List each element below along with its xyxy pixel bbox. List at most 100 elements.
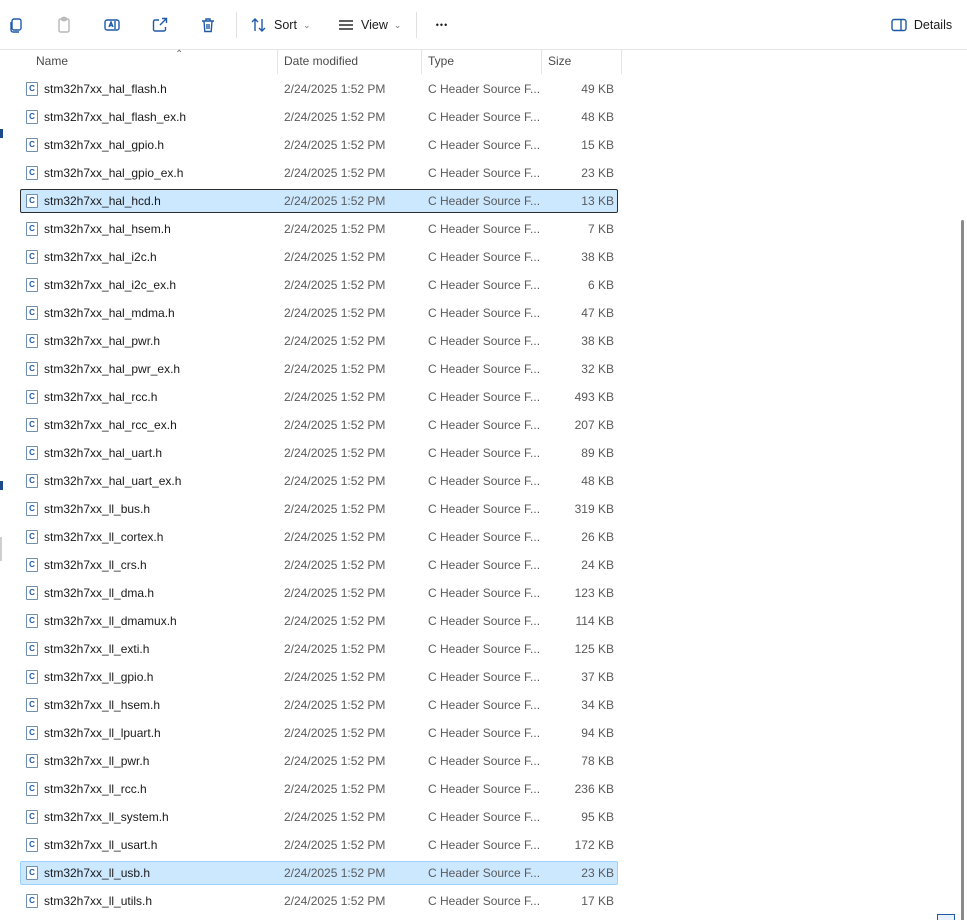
file-row[interactable]: Cstm32h7xx_ll_cortex.h 2/24/2025 1:52 PM C… <box>20 525 618 549</box>
share-icon <box>152 17 168 32</box>
c-source-file-icon: C <box>26 278 38 292</box>
file-row[interactable]: Cstm32h7xx_hal_rcc_ex.h 2/24/2025 1:52 PM… <box>20 413 618 437</box>
new-icon-button[interactable] <box>0 9 32 41</box>
file-row[interactable]: Cstm32h7xx_ll_hsem.h 2/24/2025 1:52 PM C H… <box>20 693 618 717</box>
scrollbar-thumb[interactable] <box>961 220 964 920</box>
file-row[interactable]: Cstm32h7xx_hal_i2c.h 2/24/2025 1:52 PM C H… <box>20 245 618 269</box>
c-source-file-icon: C <box>26 866 38 880</box>
file-type: C Header Source F... <box>428 306 541 320</box>
file-size: 49 KB <box>581 82 614 96</box>
file-type: C Header Source F... <box>428 866 541 880</box>
file-size: 47 KB <box>581 306 614 320</box>
column-header-type[interactable]: Type <box>421 50 542 74</box>
file-date-modified: 2/24/2025 1:52 PM <box>284 446 386 460</box>
file-row[interactable]: Cstm32h7xx_hal_uart.h 2/24/2025 1:52 PM C … <box>20 441 618 465</box>
file-row[interactable]: Cstm32h7xx_ll_rcc.h 2/24/2025 1:52 PM C He… <box>20 777 618 801</box>
column-header-date[interactable]: Date modified <box>277 50 422 74</box>
file-date-modified: 2/24/2025 1:52 PM <box>284 418 386 432</box>
file-row[interactable]: Cstm32h7xx_hal_pwr.h 2/24/2025 1:52 PM C H… <box>20 329 618 353</box>
file-size: 48 KB <box>581 110 614 124</box>
file-size: 13 KB <box>581 194 614 208</box>
file-row[interactable]: Cstm32h7xx_ll_bus.h 2/24/2025 1:52 PM C He… <box>20 497 618 521</box>
view-list-icon <box>339 20 353 30</box>
file-list: Cstm32h7xx_hal_flash.h 2/24/2025 1:52 PM C… <box>0 76 958 920</box>
file-row[interactable]: Cstm32h7xx_hal_uart_ex.h 2/24/2025 1:52 P… <box>20 469 618 493</box>
trash-icon <box>202 18 214 33</box>
file-row[interactable]: Cstm32h7xx_ll_crs.h 2/24/2025 1:52 PM C He… <box>20 553 618 577</box>
c-source-file-icon: C <box>26 642 38 656</box>
c-source-file-icon: C <box>26 894 38 908</box>
file-type: C Header Source F... <box>428 782 541 796</box>
c-source-file-icon: C <box>26 810 38 824</box>
sort-label: Sort <box>274 18 297 32</box>
see-more-button[interactable]: ••• <box>426 9 458 41</box>
column-header-type-label: Type <box>428 54 455 68</box>
view-button[interactable]: View ⌄ <box>335 9 405 41</box>
file-row[interactable]: Cstm32h7xx_hal_flash_ex.h 2/24/2025 1:52 … <box>20 105 618 129</box>
copy-path-icon <box>10 18 22 33</box>
view-toggle-corner[interactable] <box>937 914 955 920</box>
c-source-file-icon: C <box>26 586 38 600</box>
c-source-file-icon: C <box>26 166 38 180</box>
file-date-modified: 2/24/2025 1:52 PM <box>284 866 386 880</box>
file-date-modified: 2/24/2025 1:52 PM <box>284 138 386 152</box>
c-source-file-icon: C <box>26 362 38 376</box>
paste-button[interactable] <box>48 9 80 41</box>
c-source-file-icon: C <box>26 418 38 432</box>
file-date-modified: 2/24/2025 1:52 PM <box>284 670 386 684</box>
file-row[interactable]: Cstm32h7xx_ll_gpio.h 2/24/2025 1:52 PM C H… <box>20 665 618 689</box>
file-type: C Header Source F... <box>428 754 541 768</box>
file-type: C Header Source F... <box>428 502 541 516</box>
column-divider[interactable] <box>621 50 622 74</box>
c-source-file-icon: C <box>26 698 38 712</box>
file-row[interactable]: Cstm32h7xx_ll_dmamux.h 2/24/2025 1:52 PM C… <box>20 609 618 633</box>
column-header-row: ⌃ Name Date modified Type Size <box>0 49 967 74</box>
file-type: C Header Source F... <box>428 82 541 96</box>
file-row[interactable]: Cstm32h7xx_ll_pwr.h 2/24/2025 1:52 PM C He… <box>20 749 618 773</box>
file-date-modified: 2/24/2025 1:52 PM <box>284 110 386 124</box>
column-header-name[interactable]: ⌃ Name <box>29 49 278 74</box>
file-date-modified: 2/24/2025 1:52 PM <box>284 278 386 292</box>
file-name: stm32h7xx_ll_usb.h <box>44 866 151 880</box>
sort-button[interactable]: Sort ⌄ <box>248 9 314 41</box>
file-row[interactable]: Cstm32h7xx_hal_hcd.h 2/24/2025 1:52 PM C H… <box>20 189 618 213</box>
file-row[interactable]: Cstm32h7xx_ll_usart.h 2/24/2025 1:52 PM C … <box>20 833 618 857</box>
c-source-file-icon: C <box>26 502 38 516</box>
vertical-scrollbar[interactable] <box>958 50 967 920</box>
column-header-name-label: Name <box>36 54 69 68</box>
rename-button[interactable] <box>96 9 128 41</box>
c-source-file-icon: C <box>26 334 38 348</box>
c-source-file-icon: C <box>26 726 38 740</box>
file-date-modified: 2/24/2025 1:52 PM <box>284 194 386 208</box>
delete-button[interactable] <box>192 9 224 41</box>
file-row[interactable]: Cstm32h7xx_hal_gpio_ex.h 2/24/2025 1:52 P… <box>20 161 618 185</box>
file-row[interactable]: Cstm32h7xx_ll_dma.h 2/24/2025 1:52 PM C He… <box>20 581 618 605</box>
share-button[interactable] <box>144 9 176 41</box>
file-name: stm32h7xx_ll_crs.h <box>44 558 147 572</box>
file-type: C Header Source F... <box>428 166 541 180</box>
column-header-size[interactable]: Size <box>541 50 622 74</box>
file-row[interactable]: Cstm32h7xx_hal_mdma.h 2/24/2025 1:52 PM C … <box>20 301 618 325</box>
file-type: C Header Source F... <box>428 138 541 152</box>
file-type: C Header Source F... <box>428 222 541 236</box>
file-row[interactable]: Cstm32h7xx_ll_usb.h 2/24/2025 1:52 PM C He… <box>20 861 618 885</box>
details-label: Details <box>913 18 953 32</box>
file-row[interactable]: Cstm32h7xx_ll_lpuart.h 2/24/2025 1:52 PM C… <box>20 721 618 745</box>
details-pane-button[interactable]: Details <box>886 9 956 41</box>
c-source-file-icon: C <box>26 194 38 208</box>
file-size: 6 KB <box>587 278 614 292</box>
file-type: C Header Source F... <box>428 642 541 656</box>
file-row[interactable]: Cstm32h7xx_ll_utils.h 2/24/2025 1:52 PM C … <box>20 889 618 913</box>
paste-icon <box>58 16 70 33</box>
file-type: C Header Source F... <box>428 194 541 208</box>
file-row[interactable]: Cstm32h7xx_hal_rcc.h 2/24/2025 1:52 PM C H… <box>20 385 618 409</box>
file-row[interactable]: Cstm32h7xx_hal_gpio.h 2/24/2025 1:52 PM C … <box>20 133 618 157</box>
file-name: stm32h7xx_hal_mdma.h <box>44 306 175 320</box>
file-row[interactable]: Cstm32h7xx_ll_system.h 2/24/2025 1:52 PM C… <box>20 805 618 829</box>
file-name: stm32h7xx_hal_uart.h <box>44 446 163 460</box>
file-row[interactable]: Cstm32h7xx_hal_hsem.h 2/24/2025 1:52 PM C … <box>20 217 618 241</box>
file-row[interactable]: Cstm32h7xx_hal_i2c_ex.h 2/24/2025 1:52 PM… <box>20 273 618 297</box>
file-row[interactable]: Cstm32h7xx_hal_pwr_ex.h 2/24/2025 1:52 PM… <box>20 357 618 381</box>
file-row[interactable]: Cstm32h7xx_hal_flash.h 2/24/2025 1:52 PM C… <box>20 77 618 101</box>
file-row[interactable]: Cstm32h7xx_ll_exti.h 2/24/2025 1:52 PM C H… <box>20 637 618 661</box>
